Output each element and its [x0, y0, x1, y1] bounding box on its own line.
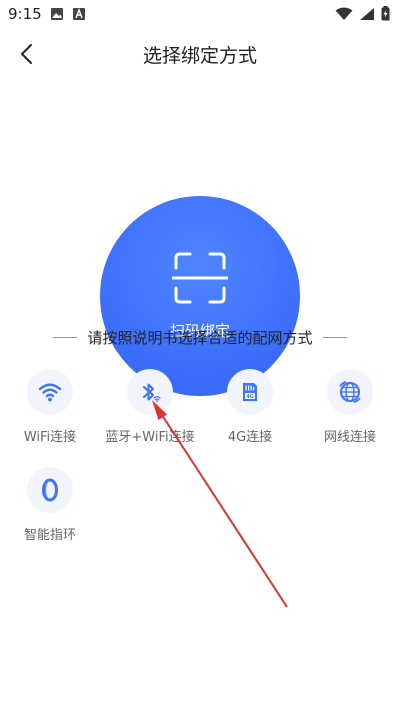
option-smart-ring[interactable]: 智能指环 [0, 467, 100, 543]
ethernet-globe-icon [339, 381, 361, 403]
option-label: 智能指环 [23, 528, 76, 543]
status-time: 9:15 [8, 5, 42, 23]
divider-line-left [53, 336, 78, 338]
option-label: 网线连接 [323, 430, 376, 445]
svg-text:4G: 4G [246, 394, 254, 400]
page-title: 选择绑定方式 [142, 45, 257, 67]
scan-icon [172, 252, 228, 304]
option-bluetooth-wifi[interactable]: 蓝牙+WiFi连接 [100, 369, 200, 445]
option-wifi[interactable]: WiFi连接 [0, 369, 100, 445]
font-a-icon [73, 8, 85, 20]
cell-signal-icon [360, 7, 374, 20]
instruction-divider: 请按照说明书选择合适的配网方式 [48, 327, 352, 347]
sim-4g-icon: 4G [243, 383, 257, 401]
title-bar: 选择绑定方式 [0, 28, 400, 78]
battery-icon [381, 6, 390, 21]
status-bar: 9:15 [0, 0, 400, 28]
option-ethernet[interactable]: 网线连接 [300, 369, 400, 445]
wifi-signal-icon [335, 7, 353, 20]
option-label: WiFi连接 [23, 430, 77, 445]
wifi-icon [38, 383, 62, 402]
instruction-text: 请按照说明书选择合适的配网方式 [87, 328, 313, 347]
scan-bind-button[interactable]: 扫码绑定 [100, 196, 300, 396]
ring-icon [42, 478, 58, 502]
option-label: 蓝牙+WiFi连接 [105, 430, 195, 445]
option-label: 4G连接 [227, 430, 273, 445]
option-4g[interactable]: 4G 4G连接 [200, 369, 300, 445]
gallery-icon [51, 8, 63, 20]
divider-line-right [322, 336, 347, 338]
bluetooth-wifi-icon [143, 383, 161, 403]
